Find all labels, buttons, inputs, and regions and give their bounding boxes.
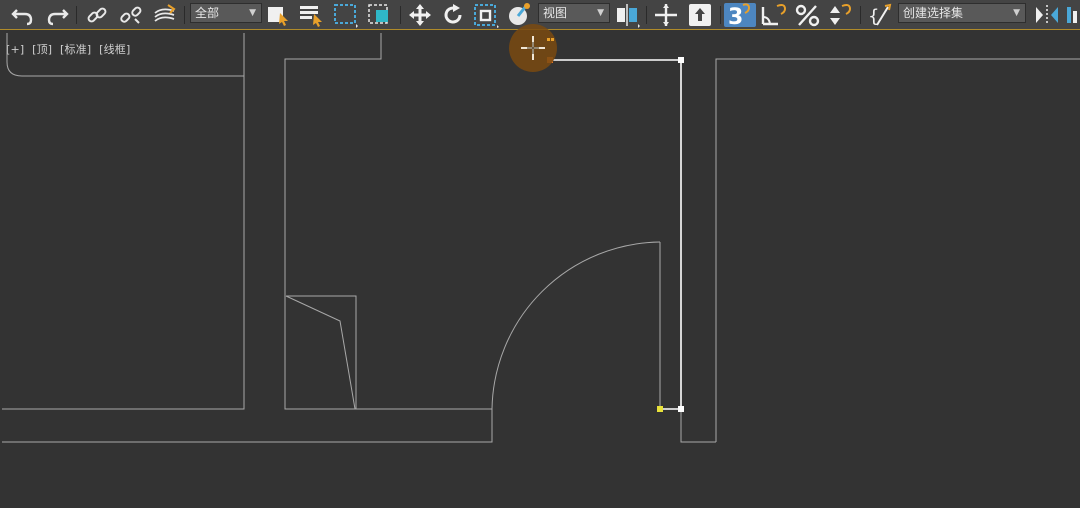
wall-line: [285, 295, 356, 410]
wall-line: [680, 409, 716, 443]
wall-line: [6, 33, 244, 77]
wall-lines: [2, 33, 1080, 443]
selected-spline[interactable]: [547, 57, 684, 412]
door-swing-arc: [491, 241, 661, 410]
floor-plan-drawing[interactable]: [0, 0, 1080, 508]
spline-vertex[interactable]: [678, 57, 684, 63]
spline-first-vertex[interactable]: [657, 406, 663, 412]
spline-vertex[interactable]: [678, 406, 684, 412]
wall-line: [715, 58, 1080, 442]
wall-line: [2, 33, 493, 443]
snap-cursor-icon: [509, 24, 557, 72]
wall-line: [2, 33, 245, 410]
